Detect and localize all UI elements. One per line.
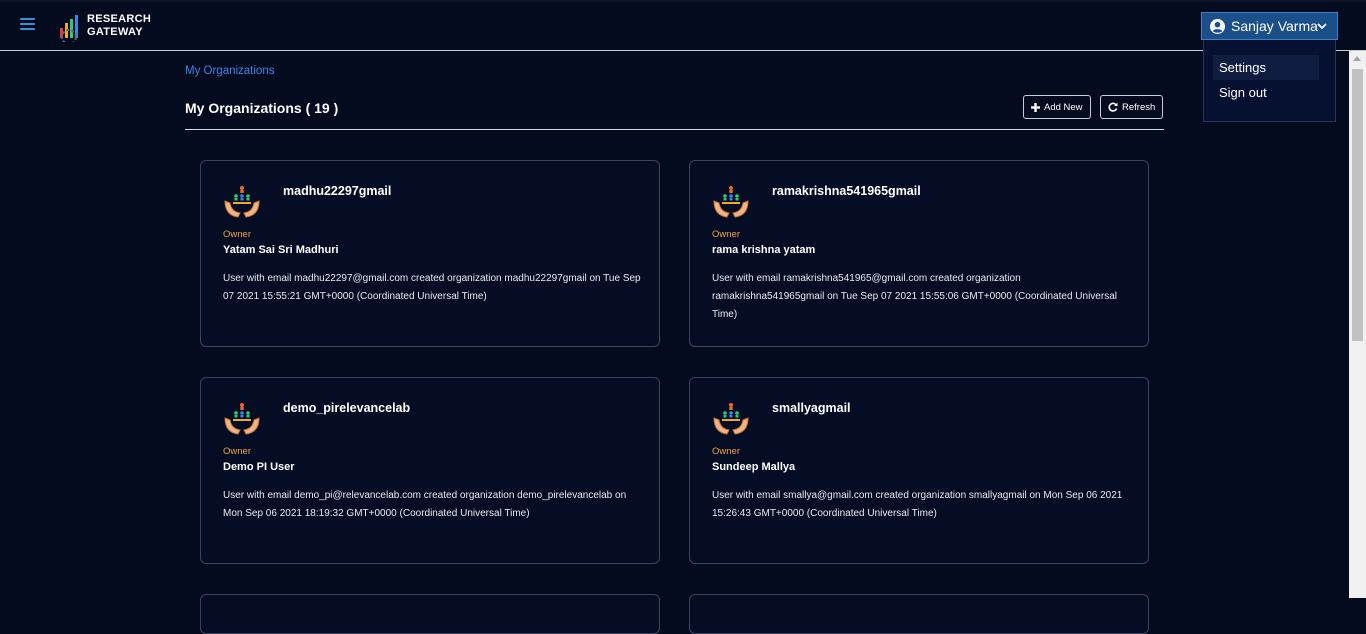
organization-hands-icon — [713, 186, 749, 218]
owner-role-label: Owner — [223, 229, 251, 240]
add-new-label: Add New — [1044, 101, 1083, 113]
page-scrollbar[interactable] — [1349, 51, 1366, 598]
logo-line-2: GATEWAY — [87, 26, 143, 38]
hamburger-menu-icon[interactable] — [20, 18, 35, 31]
organization-card[interactable]: madhu22297gmail Owner Yatam Sai Sri Madh… — [200, 160, 660, 347]
owner-name: Demo PI User — [223, 461, 295, 473]
owner-role-label: Owner — [223, 446, 251, 457]
owner-name: Yatam Sai Sri Madhuri — [223, 244, 339, 256]
owner-name: rama krishna yatam — [712, 244, 816, 256]
add-new-button[interactable]: Add New — [1023, 95, 1091, 119]
organization-name: smallyagmail — [772, 401, 851, 415]
user-menu-button[interactable]: Sanjay Varma — [1201, 12, 1338, 40]
plus-icon — [1031, 102, 1040, 112]
logo-line-1: RESEARCH — [87, 13, 152, 25]
owner-role-label: Owner — [712, 229, 740, 240]
title-divider — [185, 129, 1164, 130]
organization-description: User with email ramakrishna541965@gmail.… — [712, 273, 1117, 320]
refresh-icon — [1108, 102, 1118, 112]
user-circle-icon — [1210, 18, 1225, 34]
refresh-button[interactable]: Refresh — [1100, 95, 1164, 119]
owner-role-label: Owner — [712, 446, 740, 457]
header-top-edge — [0, 0, 1366, 2]
organization-description: User with email smallya@gmail.com create… — [712, 490, 1123, 519]
owner-name: Sundeep Mallya — [712, 461, 796, 473]
top-header: RESEARCH GATEWAY Sanjay Varma — [0, 0, 1366, 51]
menu-item-settings[interactable]: Settings — [1213, 55, 1319, 80]
scroll-up-arrow-icon[interactable] — [1353, 56, 1361, 61]
scroll-thumb[interactable] — [1352, 69, 1363, 341]
user-dropdown-menu: Settings Sign out — [1203, 40, 1336, 122]
logo-text: RESEARCH GATEWAY — [87, 13, 151, 39]
breadcrumb[interactable]: My Organizations — [185, 65, 274, 77]
research-gateway-logo[interactable]: RESEARCH GATEWAY — [58, 10, 158, 44]
organization-description: User with email demo_pi@relevancelab.com… — [223, 490, 627, 519]
organization-hands-icon — [224, 186, 260, 218]
organization-name: demo_pirelevancelab — [283, 401, 411, 415]
refresh-label: Refresh — [1122, 101, 1156, 113]
organization-hands-icon — [713, 403, 749, 435]
organization-card[interactable] — [200, 594, 660, 634]
organization-card[interactable]: smallyagmail Owner Sundeep Mallya User w… — [689, 377, 1149, 564]
organization-name: madhu22297gmail — [283, 184, 392, 198]
page-title: My Organizations ( 19 ) — [185, 100, 339, 116]
organization-card[interactable] — [689, 594, 1149, 634]
user-name: Sanjay Varma — [1231, 18, 1318, 34]
organization-name: ramakrishna541965gmail — [772, 184, 921, 198]
organization-description: User with email madhu22297@gmail.com cre… — [223, 273, 641, 302]
organization-card[interactable]: ramakrishna541965gmail Owner rama krishn… — [689, 160, 1149, 347]
logo-chart-icon — [60, 15, 78, 42]
menu-item-sign-out[interactable]: Sign out — [1213, 80, 1319, 105]
organization-card[interactable]: demo_pirelevancelab Owner Demo PI User U… — [200, 377, 660, 564]
organization-hands-icon — [224, 403, 260, 435]
chevron-down-icon — [1317, 23, 1327, 30]
